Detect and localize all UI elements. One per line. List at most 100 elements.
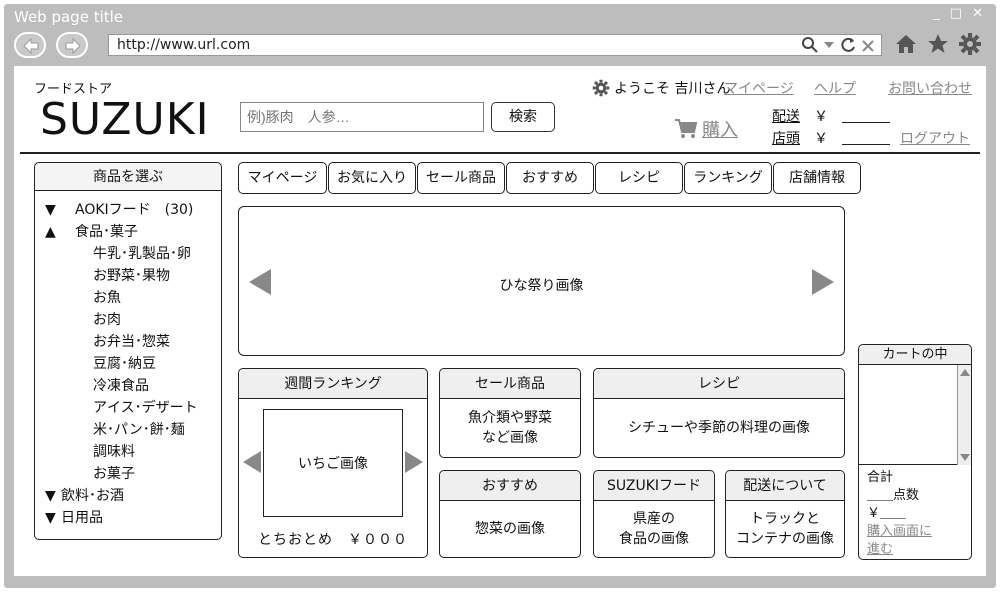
recipe-panel[interactable]: レシピ シチューや季節の料理の画像 bbox=[593, 368, 845, 458]
strawberry-image[interactable]: いちご画像 bbox=[263, 409, 403, 517]
link-contact[interactable]: お問い合わせ bbox=[888, 78, 972, 98]
cart-summary: 合計 ＿＿点数 ￥＿＿ 購入画面に 進む bbox=[867, 469, 932, 559]
tab-sale[interactable]: セール商品 bbox=[417, 162, 505, 194]
store-logo[interactable]: SUZUKI bbox=[40, 94, 210, 145]
search-button[interactable]: 検索 bbox=[491, 102, 555, 132]
scroll-down-icon[interactable] bbox=[960, 454, 970, 461]
buy-link[interactable]: 購入 bbox=[674, 116, 738, 142]
tab-recommend[interactable]: おすすめ bbox=[506, 162, 594, 194]
buy-label: 購入 bbox=[702, 120, 738, 141]
sidebar-item-label: お肉 bbox=[93, 312, 121, 328]
cart-icon bbox=[675, 119, 698, 138]
store-blank bbox=[842, 131, 890, 145]
search-input[interactable] bbox=[240, 102, 484, 132]
welcome-message: ようこそ 吉川さん bbox=[592, 78, 730, 98]
sidebar-item[interactable]: 冷凍食品 bbox=[45, 375, 221, 397]
forward-icon bbox=[65, 37, 81, 55]
window-controls[interactable]: _ □ ✕ bbox=[933, 6, 986, 21]
sidebar-item[interactable]: お菓子 bbox=[45, 463, 221, 485]
link-mypage[interactable]: マイページ bbox=[724, 78, 794, 98]
cart-scrollbar[interactable] bbox=[957, 365, 971, 465]
scroll-up-icon[interactable] bbox=[960, 369, 970, 376]
sidebar-item-label: 豆腐･納豆 bbox=[93, 356, 156, 372]
category-list: ▼ AOKIフード (30) ▲ 食品･菓子 牛乳･乳製品･卵 お野菜･果物 お魚 お肉 お弁当… bbox=[35, 191, 221, 529]
sidebar-item-label: AOKIフード (30) bbox=[75, 202, 194, 218]
sidebar-item[interactable]: 牛乳･乳製品･卵 bbox=[45, 243, 221, 265]
sidebar-item[interactable]: 調味料 bbox=[45, 441, 221, 463]
sidebar-item-label: アイス･デザート bbox=[93, 400, 198, 416]
search-icon[interactable] bbox=[801, 36, 819, 54]
expand-icon[interactable]: ▼ bbox=[45, 507, 61, 529]
expand-icon[interactable]: ▼ bbox=[45, 485, 61, 507]
sidebar-item[interactable]: お肉 bbox=[45, 309, 221, 331]
sidebar-item[interactable]: お弁当･惣菜 bbox=[45, 331, 221, 353]
reload-icon[interactable] bbox=[839, 36, 857, 54]
cart-contents[interactable] bbox=[859, 365, 971, 465]
forward-button[interactable] bbox=[56, 32, 88, 58]
ranking-prev-icon[interactable] bbox=[243, 451, 261, 473]
tab-recipe[interactable]: レシピ bbox=[595, 162, 683, 194]
sidebar-item-label: 調味料 bbox=[93, 444, 135, 460]
gear-icon[interactable] bbox=[958, 32, 982, 56]
cart-total-label: 合計 bbox=[867, 470, 894, 485]
delivery-image: トラックと コンテナの画像 bbox=[736, 511, 834, 547]
recommend-image: 惣菜の画像 bbox=[475, 521, 545, 537]
sidebar-item-label: 冷凍食品 bbox=[93, 378, 149, 394]
ranking-title: 週間ランキング bbox=[239, 369, 427, 399]
suzuki-food-title: SUZUKIフード bbox=[594, 471, 714, 501]
cart-title: カートの中 bbox=[859, 345, 971, 365]
recipe-title: レシピ bbox=[594, 369, 844, 399]
ranking-next-icon[interactable] bbox=[405, 451, 423, 473]
sidebar-item[interactable]: ▼ AOKIフード (30) bbox=[45, 199, 221, 221]
tab-favorites[interactable]: お気に入り bbox=[328, 162, 416, 194]
sidebar-item[interactable]: 米･パン･餅･麺 bbox=[45, 419, 221, 441]
shipping-label[interactable]: 配送 bbox=[772, 106, 800, 126]
dropdown-icon[interactable] bbox=[823, 36, 835, 54]
address-bar[interactable]: http://www.url.com bbox=[108, 34, 882, 56]
checkout-link[interactable]: 購入画面に 進む bbox=[867, 523, 932, 559]
sale-panel[interactable]: セール商品 魚介類や野菜 など画像 bbox=[439, 368, 581, 458]
recommend-panel[interactable]: おすすめ 惣菜の画像 bbox=[439, 470, 581, 558]
suzuki-food-image: 県産の 食品の画像 bbox=[619, 511, 689, 547]
store-label[interactable]: 店頭 bbox=[772, 128, 800, 148]
delivery-panel[interactable]: 配送について トラックと コンテナの画像 bbox=[725, 470, 845, 558]
store-row: 店頭 ￥ bbox=[772, 128, 890, 148]
hero-carousel: ひな祭り画像 bbox=[238, 206, 845, 356]
tab-store-info[interactable]: 店舗情報 bbox=[773, 162, 861, 194]
sidebar-item-label: お弁当･惣菜 bbox=[93, 334, 170, 350]
shipping-blank bbox=[842, 109, 890, 123]
expand-icon[interactable]: ▼ bbox=[45, 199, 75, 221]
sidebar-item-label: 日用品 bbox=[61, 510, 103, 526]
sidebar-item[interactable]: お野菜･果物 bbox=[45, 265, 221, 287]
close-icon[interactable] bbox=[861, 36, 875, 54]
tab-mypage[interactable]: マイページ bbox=[238, 162, 327, 194]
cart-count: ＿＿点数 bbox=[867, 488, 920, 503]
sidebar-item[interactable]: アイス･デザート bbox=[45, 397, 221, 419]
delivery-title: 配送について bbox=[726, 471, 844, 501]
collapse-icon[interactable]: ▲ bbox=[45, 221, 75, 243]
header-divider bbox=[20, 152, 980, 154]
recommend-title: おすすめ bbox=[440, 471, 580, 501]
sidebar-item[interactable]: ▼ 飲料･お酒 bbox=[45, 485, 221, 507]
cart-panel: カートの中 合計 ＿＿点数 ￥＿＿ 購入画面に 進む bbox=[858, 344, 972, 560]
sidebar-item-label: 米･パン･餅･麺 bbox=[93, 422, 185, 438]
sidebar-item[interactable]: お魚 bbox=[45, 287, 221, 309]
sale-image: 魚介類や野菜 など画像 bbox=[468, 410, 552, 446]
suzuki-food-panel[interactable]: SUZUKIフード 県産の 食品の画像 bbox=[593, 470, 715, 558]
sidebar-item[interactable]: ▲ 食品･菓子 bbox=[45, 221, 221, 243]
star-icon[interactable] bbox=[926, 32, 950, 56]
shipping-yen: ￥ bbox=[814, 109, 828, 125]
sidebar-item[interactable]: 豆腐･納豆 bbox=[45, 353, 221, 375]
web-page: フードストア SUZUKI 検索 ようこそ 吉川さん マイページ ヘルプ お問い… bbox=[14, 66, 986, 576]
home-icon[interactable] bbox=[894, 32, 918, 56]
sidebar-item[interactable]: ▼ 日用品 bbox=[45, 507, 221, 529]
sidebar-title: 商品を選ぶ bbox=[35, 163, 221, 191]
sidebar-item-label: お菓子 bbox=[93, 466, 135, 482]
logout-link[interactable]: ログアウト bbox=[900, 128, 970, 148]
link-help[interactable]: ヘルプ bbox=[814, 78, 856, 98]
back-button[interactable] bbox=[14, 32, 46, 58]
carousel-next-icon[interactable] bbox=[812, 269, 834, 295]
tab-ranking[interactable]: ランキング bbox=[684, 162, 772, 194]
welcome-text: ようこそ 吉川さん bbox=[614, 81, 731, 97]
category-sidebar: 商品を選ぶ ▼ AOKIフード (30) ▲ 食品･菓子 牛乳･乳製品･卵 お野菜･果物お… bbox=[34, 162, 222, 540]
